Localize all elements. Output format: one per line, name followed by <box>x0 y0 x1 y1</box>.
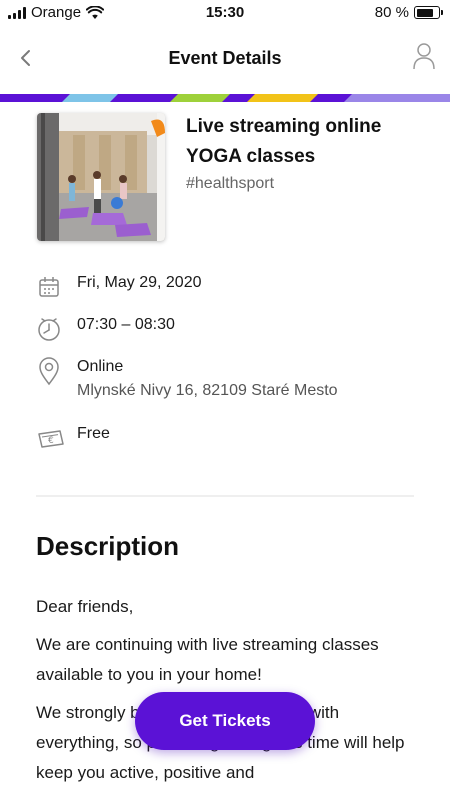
section-divider <box>36 495 414 497</box>
get-tickets-button[interactable]: Get Tickets <box>135 692 315 750</box>
calendar-icon <box>39 277 59 297</box>
cash-banknote-icon: € <box>38 430 64 448</box>
description-paragraph: Dear friends, <box>36 597 134 616</box>
user-profile-icon[interactable] <box>412 42 436 70</box>
description-heading: Description <box>36 531 180 561</box>
event-location-row[interactable]: Online Mlynské Nivy 16, 82109 Staré Mest… <box>36 356 416 406</box>
event-date-row: Fri, May 29, 2020 <box>36 272 416 298</box>
brand-color-stripe <box>0 94 450 102</box>
event-price-row: € Free <box>36 423 416 449</box>
status-right: 80 % <box>374 4 443 21</box>
battery-icon <box>414 6 443 19</box>
event-title: Live streaming online YOGA classes <box>186 116 382 167</box>
event-date: Fri, May 29, 2020 <box>77 274 202 291</box>
navigation-bar: Event Details <box>0 36 450 82</box>
event-hashtag[interactable]: #healthsport <box>186 175 274 193</box>
location-pin-icon <box>39 357 59 386</box>
event-location-address: Mlynské Nivy 16, 82109 Staré Mesto <box>77 382 338 399</box>
description-paragraph: We are continuing with live streaming cl… <box>36 635 379 684</box>
status-bar: Orange 15:30 80 % <box>0 0 450 26</box>
event-time: 07:30 – 08:30 <box>77 316 175 333</box>
event-location-name: Online <box>77 358 124 375</box>
event-thumbnail-image <box>37 113 165 241</box>
page-title: Event Details <box>168 48 282 68</box>
event-price: Free <box>77 425 110 442</box>
svg-text:€: € <box>48 436 54 446</box>
event-time-row: 07:30 – 08:30 <box>36 314 416 342</box>
battery-percent: 80 % <box>374 4 409 21</box>
clock-icon <box>38 318 60 341</box>
